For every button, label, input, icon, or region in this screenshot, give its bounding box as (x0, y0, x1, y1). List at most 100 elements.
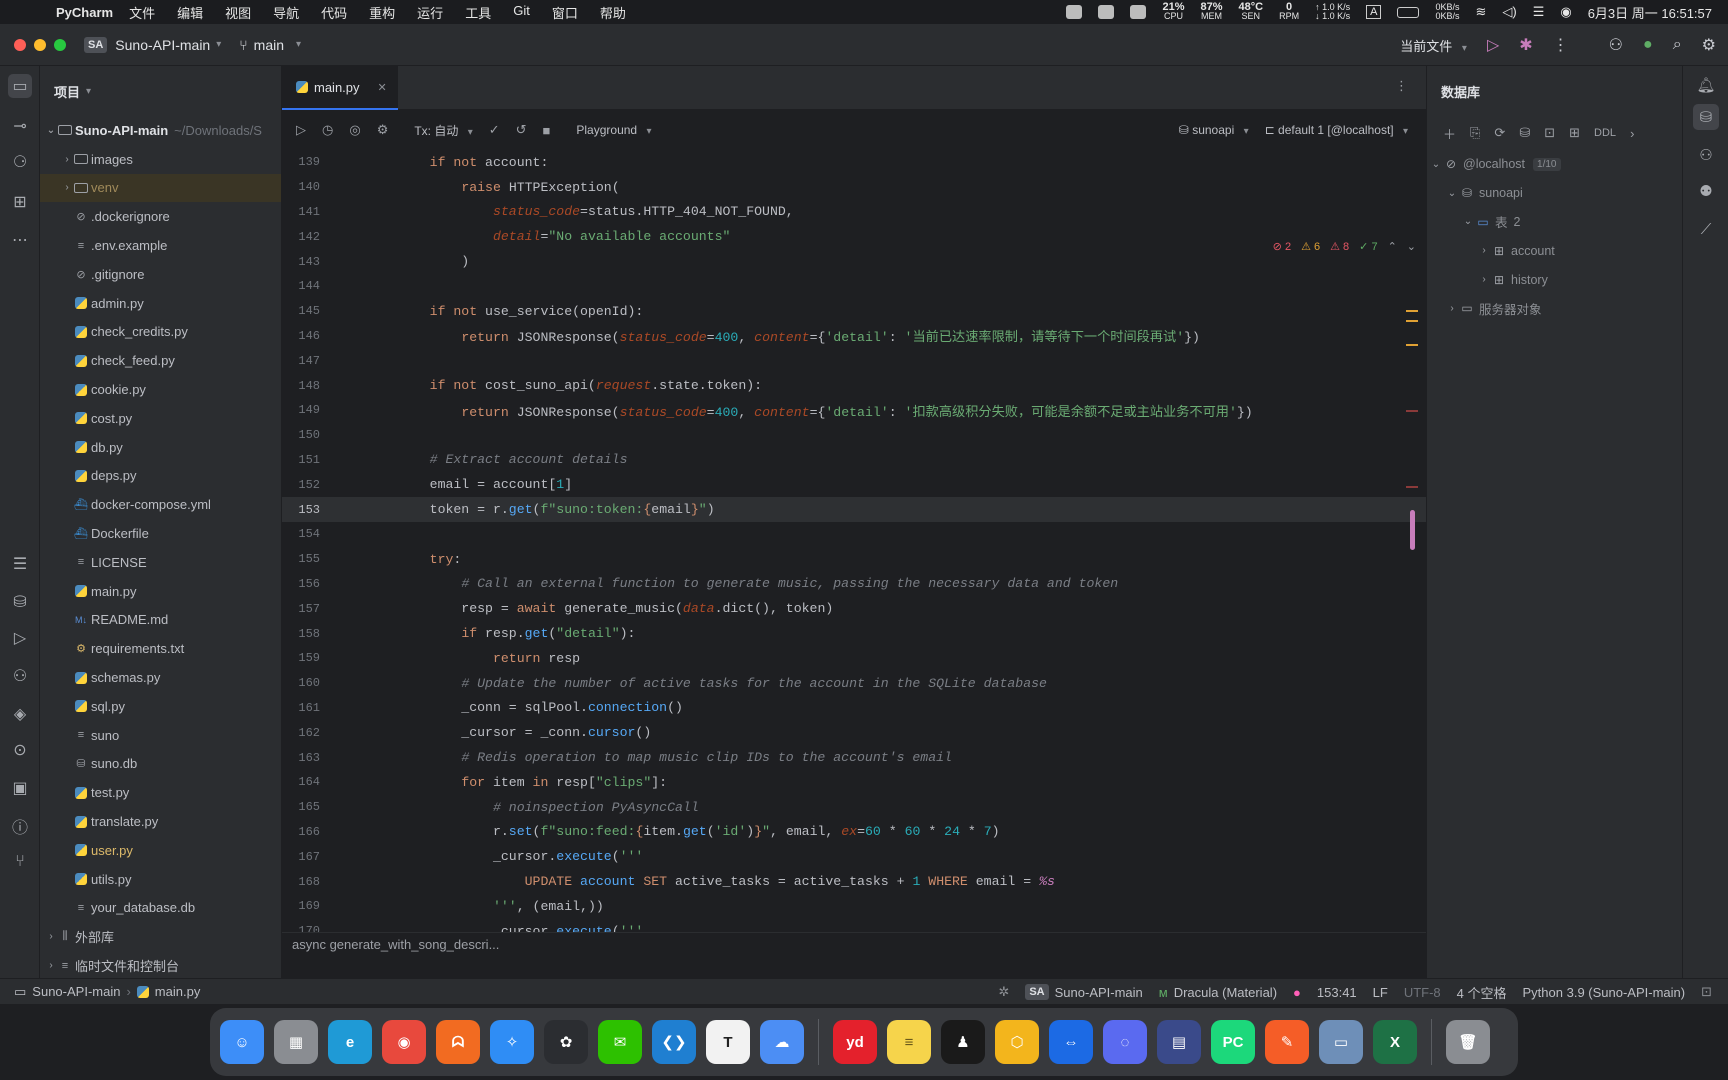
code-line[interactable]: 165 # noinspection PyAsyncCall (282, 795, 1426, 820)
dock-app-typora[interactable]: T (706, 1020, 750, 1064)
menu-item[interactable]: 帮助 (600, 3, 626, 22)
menu-item[interactable]: 视图 (225, 3, 251, 22)
datasource-properties-icon[interactable]: ⛁ (1519, 125, 1530, 141)
tree-file[interactable]: cookie.py (40, 375, 281, 404)
code-line[interactable]: 161 _conn = sqlPool.connection() (282, 696, 1426, 721)
dock-app-edge[interactable]: e (328, 1020, 372, 1064)
profiler-icon[interactable]: ⟋ (1693, 216, 1719, 242)
close-window-button[interactable] (14, 38, 26, 51)
database-tool-icon[interactable]: ⛁ (1693, 104, 1719, 130)
indent-setting[interactable]: 4 个空格 (1457, 983, 1507, 1002)
chevron-right-icon[interactable]: › (44, 931, 58, 942)
project-badge[interactable]: SA (84, 36, 108, 53)
line-number[interactable]: 159 (282, 651, 320, 665)
ai-assistant-icon[interactable]: ● (1643, 36, 1653, 54)
dock-app-screen-sharing[interactable]: ▤ (1157, 1020, 1201, 1064)
code-line[interactable]: 163 # Redis operation to map music clip … (282, 745, 1426, 770)
code-line[interactable]: 168 UPDATE account SET active_tasks = ac… (282, 869, 1426, 894)
branch-switcher[interactable]: ⑂ main ▾ (239, 37, 301, 53)
add-icon[interactable]: ＋ (1443, 124, 1456, 143)
error-mark[interactable] (1406, 486, 1418, 488)
control-center-icon[interactable]: ☰ (1533, 4, 1545, 20)
code-line[interactable]: 145 if not use_service(openId): (282, 299, 1426, 324)
table-icon[interactable]: ⊞ (1569, 125, 1580, 141)
code-line[interactable]: 144 (282, 274, 1426, 299)
tree-file[interactable]: deps.py (40, 462, 281, 491)
line-number[interactable]: 164 (282, 775, 320, 789)
tree-file[interactable]: ≡ LICENSE (40, 548, 281, 577)
todo-list-icon[interactable]: ☰ (8, 552, 32, 576)
terminal-icon[interactable]: ▣ (8, 776, 32, 800)
run-icon[interactable]: ▷ (1487, 35, 1499, 55)
tree-file[interactable]: ⛴ docker-compose.yml (40, 490, 281, 519)
menu-item[interactable]: 代码 (321, 3, 347, 22)
copilot-icon[interactable]: ⚉ (1693, 178, 1719, 204)
notifications-bell-icon[interactable]: 🔔︎ (1693, 72, 1719, 98)
dock-app-firefox[interactable]: ᗣ (436, 1020, 480, 1064)
tree-file[interactable]: ≡ your_database.db (40, 894, 281, 923)
code-line[interactable]: 156 # Call an external function to gener… (282, 572, 1426, 597)
line-number[interactable]: 150 (282, 428, 320, 442)
datasource-row[interactable]: ⌄ ⊘ @localhost 1/10 (1427, 150, 1682, 179)
menu-item[interactable]: 重构 (369, 3, 395, 22)
tree-file[interactable]: translate.py (40, 807, 281, 836)
project-tool-icon[interactable]: ▭ (8, 74, 32, 98)
code-line[interactable]: 158 if resp.get("detail"): (282, 621, 1426, 646)
dock-app-launchpad[interactable]: ▦ (274, 1020, 318, 1064)
tree-file[interactable]: db.py (40, 433, 281, 462)
code-line[interactable]: 140 raise HTTPException( (282, 175, 1426, 200)
dock-app-excel[interactable]: X (1373, 1020, 1417, 1064)
code-line[interactable]: 164 for item in resp["clips"]: (282, 770, 1426, 795)
services-icon[interactable]: ⊙ (8, 738, 32, 762)
code-line[interactable]: 167 _cursor.execute(''' (282, 844, 1426, 869)
tree-file[interactable]: cost.py (40, 404, 281, 433)
datasource-selector[interactable]: ⊏ default 1 [@localhost] ▾ (1265, 123, 1408, 137)
execute-icon[interactable]: ▷ (296, 122, 306, 138)
menu-item[interactable]: 文件 (129, 3, 155, 22)
disk-stat[interactable]: 0KB/s 0KB/s (1435, 3, 1459, 21)
code-line[interactable]: 160 # Update the number of active tasks … (282, 671, 1426, 696)
zoom-window-button[interactable] (54, 38, 66, 51)
tree-file[interactable]: ≡ suno (40, 721, 281, 750)
line-number[interactable]: 160 (282, 676, 320, 690)
tree-file[interactable]: admin.py (40, 289, 281, 318)
interpreter-selector[interactable]: Python 3.9 (Suno-API-main) (1523, 985, 1686, 1000)
code-line[interactable]: 139 if not account: (282, 150, 1426, 175)
commit-tool-icon[interactable]: ⊸ (8, 114, 32, 138)
status-project-widget[interactable]: SA Suno-API-main (1025, 984, 1143, 1000)
layers-icon[interactable]: ◈ (8, 702, 32, 726)
code-line[interactable]: 169 ''', (email,)) (282, 894, 1426, 919)
dock-app-browser-extra[interactable]: ◌ (1103, 1020, 1147, 1064)
refresh-icon[interactable]: ⟳ (1494, 125, 1505, 141)
tree-file[interactable]: utils.py (40, 865, 281, 894)
run-config-selector[interactable]: 当前文件 ▾ (1400, 36, 1467, 55)
status-tray-icon[interactable] (1066, 5, 1083, 19)
line-number[interactable]: 168 (282, 875, 320, 889)
settings-gear-icon[interactable]: ⚙ (377, 122, 389, 138)
line-number[interactable]: 152 (282, 478, 320, 492)
line-number[interactable]: 166 (282, 825, 320, 839)
history-icon[interactable]: ◷ (322, 122, 333, 138)
fan-stat[interactable]: 0 RPM (1279, 2, 1299, 21)
dock-app-trash[interactable]: 🗑 (1446, 1020, 1490, 1064)
chevron-right-icon[interactable]: › (60, 154, 74, 165)
chevron-right-icon[interactable]: › (1445, 303, 1459, 314)
tree-folder[interactable]: › venv (40, 173, 281, 203)
dock-app-youdao[interactable]: yd (833, 1020, 877, 1064)
line-number[interactable]: 162 (282, 726, 320, 740)
dock-app-finder[interactable]: ☺ (220, 1020, 264, 1064)
structure-tool-icon[interactable]: ⊞ (8, 190, 32, 214)
table-row-history[interactable]: › ⊞ history (1427, 265, 1682, 294)
line-number[interactable]: 147 (282, 354, 320, 368)
line-number[interactable]: 161 (282, 701, 320, 715)
code-line[interactable]: 141 status_code=status.HTTP_404_NOT_FOUN… (282, 200, 1426, 225)
code-line[interactable]: 147 (282, 348, 1426, 373)
code-line[interactable]: 152 email = account[1] (282, 472, 1426, 497)
line-number[interactable]: 145 (282, 304, 320, 318)
more-vertical-icon[interactable]: ⋮ (1553, 35, 1569, 55)
problems-icon[interactable]: ⓘ (8, 814, 32, 838)
network-stat[interactable]: ↑ 1.0 K/s ↓ 1.0 K/s (1315, 3, 1350, 21)
breadcrumb-function[interactable]: async generate_with_song_descri... (292, 937, 499, 952)
read-only-toggle-icon[interactable]: ⊡ (1701, 984, 1712, 1000)
schema-selector[interactable]: ⛁ sunoapi ▾ (1179, 123, 1249, 137)
